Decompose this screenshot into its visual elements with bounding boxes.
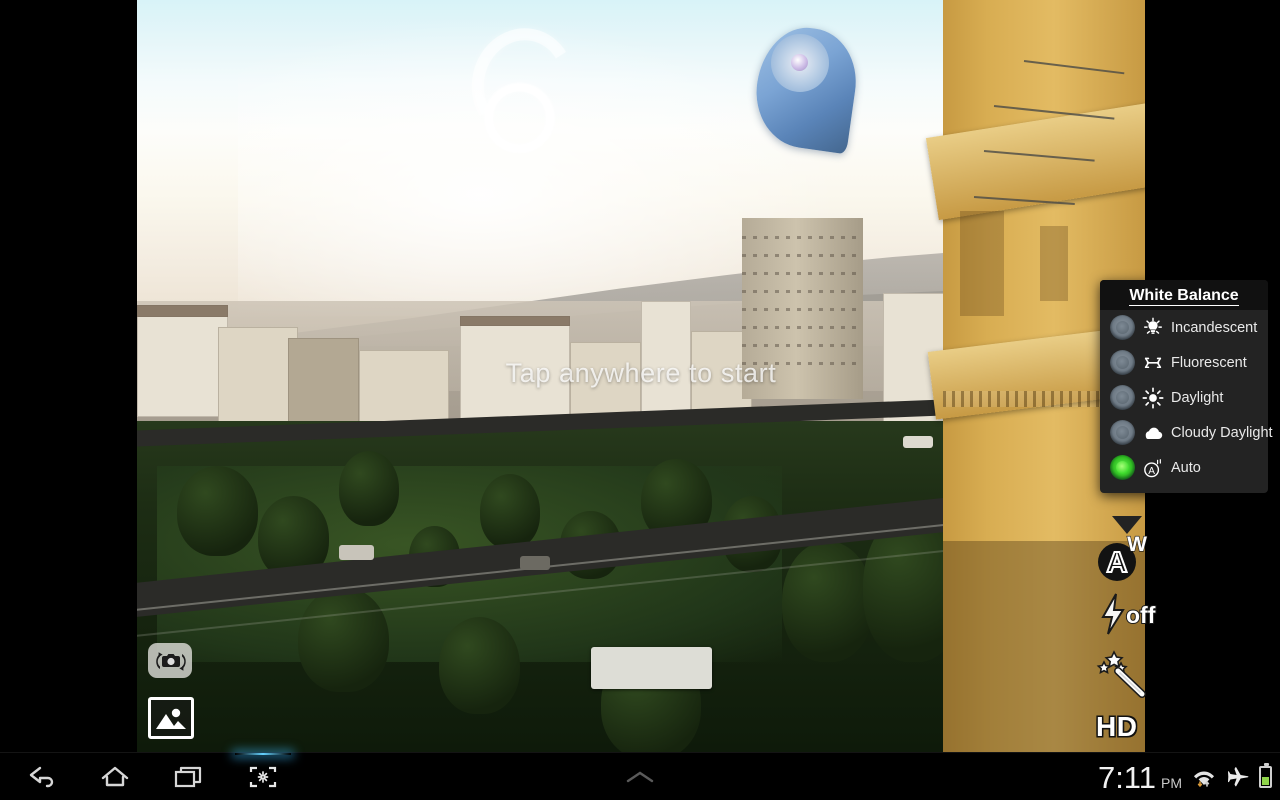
- back-button[interactable]: [6, 753, 80, 800]
- cloud-icon: [1145, 427, 1163, 439]
- tree: [298, 586, 389, 692]
- flash-mode-label: off: [1126, 602, 1156, 628]
- wifi-icon: [1191, 765, 1217, 789]
- white-balance-button[interactable]: A W: [1096, 532, 1152, 584]
- effects-button[interactable]: [1096, 646, 1148, 698]
- auto-white-balance-icon: A W: [1098, 532, 1148, 581]
- recent-apps-icon: [174, 766, 202, 788]
- wb-option-incandescent[interactable]: Incandescent: [1100, 310, 1268, 345]
- gallery-button[interactable]: [148, 697, 194, 739]
- flash-icon: off: [1101, 593, 1157, 635]
- white-balance-panel[interactable]: White Balance Incandescent Fluorescent D…: [1100, 280, 1273, 493]
- auto-a-icon: A: [1144, 458, 1161, 477]
- flash-mode-button[interactable]: off: [1096, 592, 1158, 636]
- screenshot-button[interactable]: [226, 753, 300, 800]
- tree: [177, 466, 258, 557]
- wb-option-label: Cloudy Daylight: [1171, 424, 1273, 441]
- system-navigation-bar: 7:11 PM: [0, 752, 1280, 800]
- white-swirl-graphic: [472, 28, 567, 153]
- building-block: [459, 323, 571, 429]
- tree: [338, 451, 400, 527]
- wb-option-label: Fluorescent: [1171, 354, 1247, 371]
- wb-option-auto[interactable]: A Auto: [1100, 450, 1268, 485]
- screenshot-icon: [249, 766, 277, 788]
- camera-app-screen: Tap anywhere to start A W off HD White B…: [0, 0, 1280, 800]
- fluorescent-tube-icon: [1144, 357, 1162, 368]
- svg-text:A: A: [1148, 465, 1155, 476]
- incandescent-bulb-icon: [1144, 317, 1162, 334]
- sun-icon: [1142, 386, 1164, 409]
- clock-time: 7:11: [1097, 759, 1156, 795]
- radio-daylight[interactable]: [1110, 385, 1135, 410]
- radio-cloudy-daylight[interactable]: [1110, 420, 1135, 445]
- video-quality-button[interactable]: HD: [1096, 710, 1154, 744]
- wb-option-label: Auto: [1171, 459, 1201, 476]
- wb-option-daylight[interactable]: Daylight: [1100, 380, 1268, 415]
- radio-fluorescent[interactable]: [1110, 350, 1135, 375]
- white-balance-panel-pointer: [1112, 516, 1142, 534]
- blue-swirl-graphic: [749, 21, 863, 155]
- svg-text:W: W: [1127, 533, 1147, 556]
- svg-text:A: A: [1107, 547, 1128, 579]
- expand-status-button[interactable]: [604, 753, 676, 800]
- wb-option-label: Incandescent: [1171, 319, 1258, 336]
- panel-title-text: White Balance: [1129, 287, 1239, 306]
- building-slab: [926, 103, 1145, 221]
- vehicle: [520, 556, 551, 570]
- wall-shadow: [959, 210, 1004, 316]
- status-bar[interactable]: 7:11 PM: [1098, 753, 1272, 800]
- battery-icon: [1259, 763, 1272, 788]
- tall-tower: [741, 218, 863, 399]
- clock-meridiem: PM: [1161, 775, 1182, 791]
- building-block: [137, 312, 228, 418]
- building-block: [288, 338, 359, 429]
- vehicle: [903, 436, 934, 449]
- recents-button[interactable]: [152, 753, 226, 800]
- vehicle: [338, 545, 374, 561]
- wb-option-cloudy-daylight[interactable]: Cloudy Daylight: [1100, 415, 1273, 450]
- home-icon: [101, 766, 129, 787]
- photo-thumbnail-icon: [156, 708, 186, 729]
- switch-camera-button[interactable]: [148, 643, 192, 678]
- home-button[interactable]: [78, 753, 152, 800]
- radio-auto[interactable]: [1110, 455, 1135, 480]
- camera-preview[interactable]: [137, 0, 1145, 752]
- tree: [479, 473, 541, 549]
- building-roof: [459, 315, 571, 327]
- radio-incandescent[interactable]: [1110, 315, 1135, 340]
- wall-shadow: [1040, 225, 1069, 301]
- tree: [439, 616, 521, 715]
- back-arrow-icon: [29, 766, 54, 788]
- chevron-up-icon: [626, 771, 654, 783]
- wb-option-fluorescent[interactable]: Fluorescent: [1100, 345, 1268, 380]
- wb-option-label: Daylight: [1171, 389, 1224, 406]
- building-block: [217, 327, 299, 425]
- bus: [590, 646, 712, 689]
- airplane-icon: [1226, 766, 1250, 788]
- building-roof: [137, 304, 228, 317]
- camera-switch-icon: [156, 651, 186, 671]
- white-balance-panel-title: White Balance: [1100, 280, 1268, 310]
- magic-wand-icon: [1096, 650, 1146, 698]
